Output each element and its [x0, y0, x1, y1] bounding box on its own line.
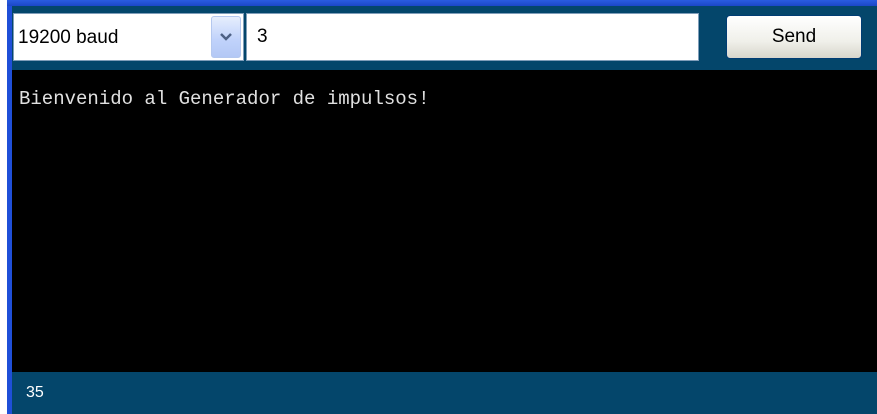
- status-bar: 35: [12, 372, 877, 414]
- serial-output-console[interactable]: Bienvenido al Generador de impulsos!: [12, 70, 877, 372]
- window-left-edge: [0, 0, 7, 414]
- baud-rate-select[interactable]: 19200 baud: [13, 13, 244, 61]
- message-input[interactable]: [246, 13, 699, 61]
- serial-monitor-window: 19200 baud Send Bienvenido al Generador …: [0, 0, 877, 414]
- baud-rate-value: 19200 baud: [18, 27, 119, 48]
- status-text: 35: [26, 384, 44, 401]
- baud-dropdown-button[interactable]: [211, 16, 241, 58]
- send-button[interactable]: Send: [726, 15, 862, 59]
- console-line: Bienvenido al Generador de impulsos!: [19, 88, 430, 110]
- chevron-down-icon: [220, 33, 232, 41]
